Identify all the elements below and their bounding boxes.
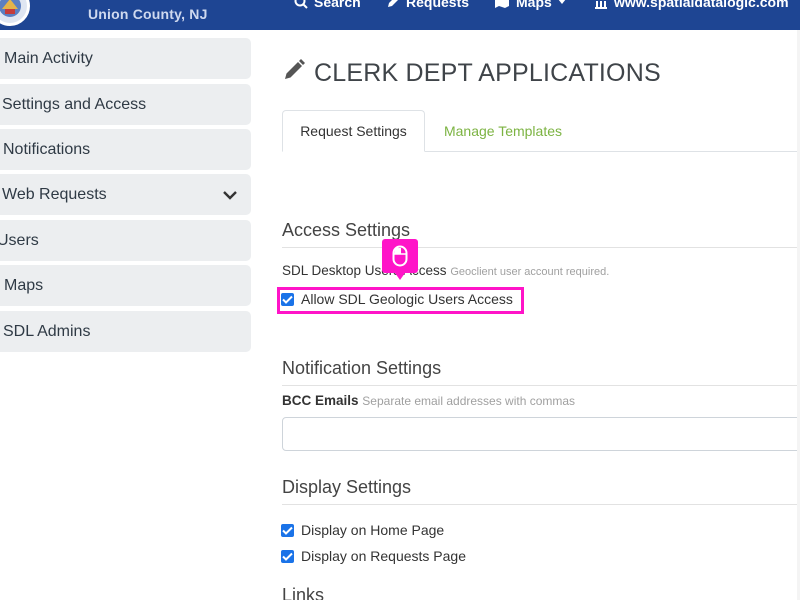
sidebar-item-maps[interactable]: Maps <box>0 265 251 306</box>
building-icon <box>594 0 608 9</box>
sdl-desktop-access-help: Geoclient user account required. <box>450 266 610 278</box>
notification-settings-heading: Notification Settings <box>282 358 800 386</box>
map-icon <box>494 0 510 9</box>
caret-down-icon <box>558 0 566 5</box>
tab-request-settings[interactable]: Request Settings <box>282 110 425 152</box>
checkbox-checked-icon[interactable] <box>281 523 294 537</box>
edit-icon <box>386 0 400 9</box>
search-icon <box>294 0 308 9</box>
click-target-highlight <box>277 287 524 314</box>
nav-website-label: www.spatialdatalogic.com <box>614 0 789 10</box>
mouse-icon <box>382 239 418 280</box>
page-title: CLERK DEPT APPLICATIONS <box>282 58 661 89</box>
sidebar-item-users[interactable]: Users <box>0 220 251 261</box>
sdl-desktop-access-label: SDL Desktop Users Access Geoclient user … <box>282 263 609 278</box>
tab-manage-templates[interactable]: Manage Templates <box>430 110 576 152</box>
display-on-requests-page-label: Display on Requests Page <box>301 548 466 564</box>
pencil-icon <box>282 58 306 89</box>
sidebar-item-label: Main Activity <box>4 49 93 67</box>
sidebar-item-label: Notifications <box>3 140 91 158</box>
display-settings-heading: Display Settings <box>282 477 800 505</box>
bcc-emails-input[interactable] <box>282 417 800 451</box>
links-heading: Links <box>282 585 325 600</box>
access-settings-heading: Access Settings <box>282 220 800 248</box>
chevron-down-icon[interactable] <box>223 187 237 205</box>
display-on-home-page-checkbox[interactable]: Display on Home Page <box>281 522 444 538</box>
bcc-emails-help: Separate email addresses with commas <box>362 394 576 408</box>
top-navbar: Union County, NJ Search Requests Maps ww… <box>0 0 800 30</box>
display-on-home-page-label: Display on Home Page <box>301 522 445 538</box>
sidebar-item-sdl-admins[interactable]: SDL Admins <box>0 311 251 352</box>
sidebar-item-web-requests[interactable]: Web Requests <box>0 174 251 215</box>
sidebar-item-main-activity[interactable]: Main Activity <box>0 38 251 79</box>
checkbox-checked-icon[interactable] <box>281 549 294 563</box>
sidebar-item-label: Users <box>0 231 39 249</box>
bcc-emails-label: BCC Emails Separate email addresses with… <box>282 393 575 408</box>
county-name: Union County, NJ <box>88 6 208 22</box>
bcc-emails-label-text: BCC Emails <box>282 393 359 408</box>
sidebar-item-notifications[interactable]: Notifications <box>0 129 251 170</box>
sidebar-item-label: Maps <box>4 276 44 294</box>
nav-maps-label: Maps <box>516 0 552 10</box>
nav-search-label: Search <box>314 0 361 10</box>
nav-maps[interactable]: Maps <box>494 0 566 10</box>
sidebar-item-settings-and-access[interactable]: Settings and Access <box>0 84 251 125</box>
nav-website-link[interactable]: www.spatialdatalogic.com <box>594 0 789 10</box>
sidebar-item-label: Web Requests <box>2 185 107 203</box>
sidebar-item-label: SDL Admins <box>3 322 91 340</box>
county-seal-logo[interactable] <box>0 0 30 26</box>
nav-requests-label: Requests <box>406 0 470 10</box>
nav-requests[interactable]: Requests <box>386 0 469 10</box>
sdl-desktop-access-label-text: SDL Desktop Users Access <box>282 263 447 278</box>
sidebar-item-label: Settings and Access <box>2 95 147 113</box>
display-on-requests-page-checkbox[interactable]: Display on Requests Page <box>281 548 466 564</box>
page-title-text: CLERK DEPT APPLICATIONS <box>314 59 661 87</box>
sidebar: Main Activity Settings and Access Notifi… <box>0 30 251 600</box>
nav-search[interactable]: Search <box>294 0 361 10</box>
